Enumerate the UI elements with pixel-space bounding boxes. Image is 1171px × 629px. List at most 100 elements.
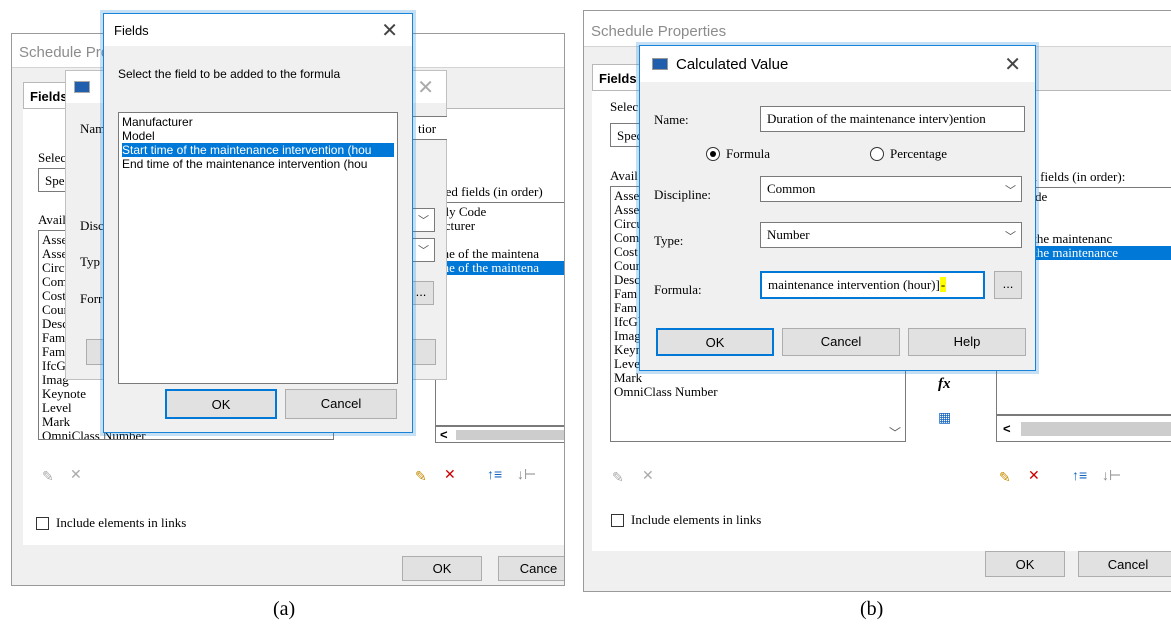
fields-dialog-title: Fields: [114, 23, 149, 38]
calc-title-bar: Calculated Value ✕: [640, 46, 1035, 82]
schedule-title: Schedule Properties: [591, 23, 727, 40]
chevron-down-icon: ﹀: [1005, 231, 1016, 243]
list-item[interactable]: me of the maintena: [439, 247, 564, 261]
list-item[interactable]: [439, 233, 564, 247]
formula-label: Formula:: [654, 282, 702, 297]
scroll-thumb[interactable]: [456, 430, 564, 440]
scheduled-fields-label: led fields (in order):: [1021, 169, 1126, 184]
include-links-label: Include elements in links: [631, 512, 762, 527]
add-parameter-icon[interactable]: ▦: [938, 409, 951, 426]
include-links-label: Include elements in links: [56, 515, 187, 530]
fields-instruction: Select the field to be added to the form…: [118, 67, 341, 81]
scroll-thumb[interactable]: [1021, 422, 1171, 436]
list-item[interactable]: End time of the maintenance intervention…: [122, 157, 394, 171]
delete-parameter-icon[interactable]: ✕: [70, 466, 82, 483]
formula-radio-label: Formula: [726, 146, 771, 161]
list-item[interactable]: bly Code: [439, 205, 564, 219]
caption-a: (a): [273, 598, 296, 620]
chevron-down-icon: ﹀: [418, 215, 429, 227]
name-label: Name:: [654, 112, 689, 127]
fields-dialog: Fields ✕ Select the field to be added to…: [103, 13, 413, 433]
scheduled-h-scrollbar[interactable]: <: [435, 426, 564, 443]
close-icon[interactable]: ✕: [1004, 52, 1021, 77]
formula-value: maintenance intervention (hour)]: [768, 277, 940, 292]
cancel-button[interactable]: Cance: [498, 556, 564, 581]
tab-fields[interactable]: Fields: [592, 64, 640, 90]
panel-b: Schedule Properties Fields Selec Spec Av…: [580, 0, 1171, 629]
calculated-value-dialog: Calculated Value ✕ Name: Duration of the…: [639, 45, 1036, 371]
discipline-label: Discipline:: [654, 187, 712, 202]
available-fields-label: Avail: [610, 168, 638, 183]
schedule-title-bar: Schedule Properties: [584, 11, 1171, 47]
list-item[interactable]: me of the maintena: [439, 261, 564, 275]
ok-button[interactable]: OK: [402, 556, 482, 581]
calc-cancel-button[interactable]: Cancel: [782, 328, 900, 356]
formula-field[interactable]: maintenance intervention (hour)]-: [760, 271, 985, 299]
edit-pencil-icon-right[interactable]: ✎: [415, 468, 427, 485]
type-value: Number: [767, 227, 810, 242]
include-links-checkbox[interactable]: [36, 517, 49, 530]
percentage-radio[interactable]: [870, 147, 884, 161]
type-label: Typ: [80, 254, 101, 269]
name-field[interactable]: Duration of the maintenance interv)entio…: [760, 106, 1025, 132]
discipline-label: Disc: [80, 218, 104, 233]
name-label: Nam: [80, 121, 106, 136]
list-item[interactable]: Start time of the maintenance interventi…: [122, 143, 394, 157]
edit-pencil-icon-right[interactable]: ✎: [999, 469, 1011, 486]
type-combo-part[interactable]: ﹀: [411, 238, 435, 262]
move-up-icon[interactable]: ↑≡: [487, 466, 502, 482]
discipline-combo-part[interactable]: ﹀: [411, 208, 435, 232]
discipline-value: Common: [767, 181, 816, 196]
move-down-icon[interactable]: ↓⊢: [517, 466, 536, 483]
move-down-icon[interactable]: ↓⊢: [1102, 467, 1121, 484]
close-icon[interactable]: ✕: [417, 75, 434, 100]
name-field-part[interactable]: tior: [411, 116, 447, 140]
fields-cancel-button[interactable]: Cancel: [285, 389, 397, 419]
calc-app-icon: [652, 58, 668, 70]
type-combo[interactable]: Number ﹀: [760, 222, 1022, 248]
chevron-down-icon: ﹀: [418, 245, 429, 257]
tab-fields[interactable]: Fields: [23, 82, 71, 108]
edit-pencil-icon[interactable]: ✎: [612, 469, 624, 486]
scheduled-fields-label: led fields (in order): [442, 184, 543, 199]
percentage-radio-label: Percentage: [890, 146, 948, 161]
move-up-icon[interactable]: ↑≡: [1072, 467, 1087, 483]
spec-combo[interactable]: Spec: [610, 123, 642, 147]
delete-field-icon[interactable]: ✕: [444, 466, 456, 483]
delete-parameter-icon[interactable]: ✕: [642, 467, 654, 484]
list-item[interactable]: Manufacturer: [122, 115, 394, 129]
scroll-left-icon[interactable]: <: [440, 427, 448, 442]
cancel-button[interactable]: Cancel: [1078, 551, 1171, 577]
edit-pencil-icon[interactable]: ✎: [42, 468, 54, 485]
calc-ok-button[interactable]: OK: [656, 328, 774, 356]
ok-button[interactable]: OK: [985, 551, 1065, 577]
available-fields-label: Avail: [38, 212, 66, 227]
list-item[interactable]: Model: [122, 129, 394, 143]
formula-cursor-highlight: -: [939, 277, 947, 292]
list-item[interactable]: acturer: [439, 219, 564, 233]
type-label: Type:: [654, 233, 684, 248]
fields-title-bar: Fields ✕: [104, 14, 412, 46]
delete-field-icon[interactable]: ✕: [1028, 467, 1040, 484]
discipline-combo[interactable]: Common ﹀: [760, 176, 1022, 202]
caption-b: (b): [860, 598, 884, 620]
select-label: Selec: [610, 99, 639, 114]
formula-browse-button[interactable]: ...: [994, 271, 1022, 299]
fx-formula-icon[interactable]: fx: [938, 376, 951, 393]
scroll-left-icon[interactable]: <: [1003, 421, 1011, 436]
select-label: Selec: [38, 150, 67, 165]
list-scroll-down[interactable]: ﹀: [889, 424, 901, 441]
scheduled-fields-list[interactable]: bly Code acturer me of the maintena me of …: [435, 202, 564, 426]
list-item[interactable]: OmniClass Number: [614, 385, 902, 399]
formula-radio[interactable]: [706, 147, 720, 161]
formula-fields-list[interactable]: Manufacturer Model Start time of the maint…: [118, 112, 398, 384]
list-item[interactable]: Mark: [614, 371, 902, 385]
include-links-checkbox[interactable]: [611, 514, 624, 527]
calc-help-button[interactable]: Help: [908, 328, 1026, 356]
fields-ok-button[interactable]: OK: [165, 389, 277, 419]
panel-a: Schedule Properties Fields Selec Spec Av…: [0, 0, 565, 629]
close-icon[interactable]: ✕: [381, 18, 398, 43]
chevron-down-icon: ﹀: [1005, 185, 1016, 197]
formula-label: Forr: [80, 291, 103, 306]
scheduled-h-scrollbar[interactable]: <: [996, 415, 1171, 442]
